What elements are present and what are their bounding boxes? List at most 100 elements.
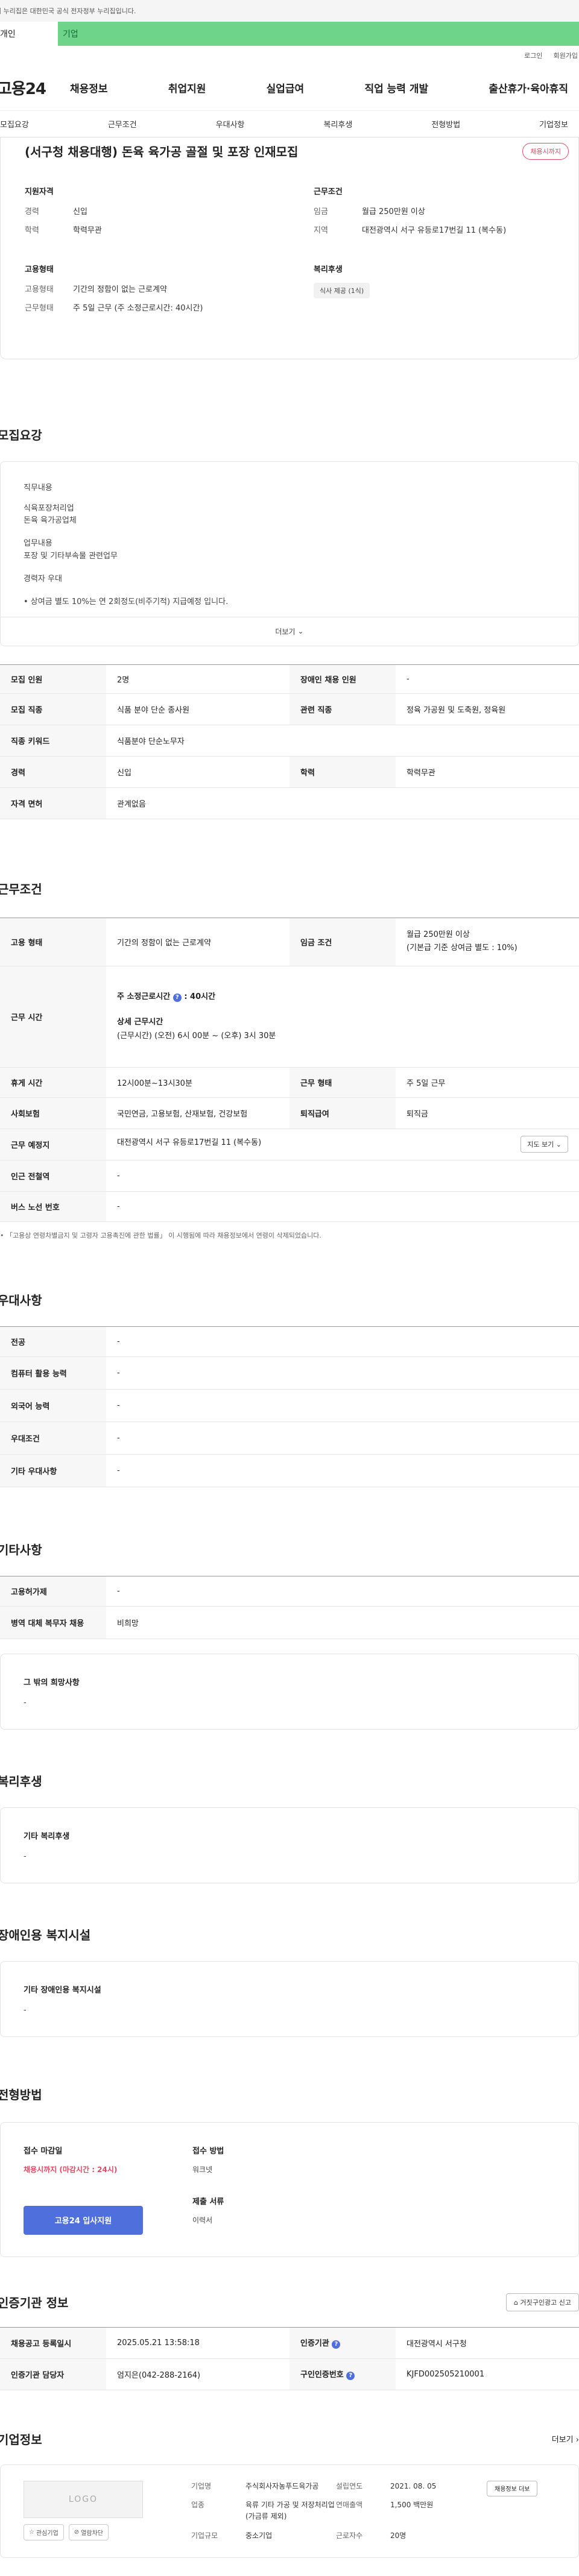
corp-jobs-button[interactable]: 채용정보 더보 (487, 2480, 538, 2496)
welfare-box: 기타 복리후생 - (0, 1807, 579, 1883)
gov-banner-text: 이 누리집은 대한민국 공식 전자정부 누리집입니다. (0, 7, 136, 15)
table-header-cell: 인근 전철역 (0, 1160, 106, 1192)
recruit-table: 모집 인원 2명 장애인 채용 인원 - 모집 직종 식품 분야 단순 종사원 … (0, 664, 579, 819)
more-label: 더보기 (275, 627, 296, 636)
table-cell: 기간의 정함이 없는 근로계약 (106, 917, 290, 966)
table-cell: 국민연금, 고용보험, 산재보험, 건강보험 (106, 1097, 290, 1129)
table-row: 인근 전철역 - (0, 1160, 579, 1192)
table-row: 채용공고 등록일시 2025.05.21 13:58:18 인증기관 ? 대전광… (0, 2326, 579, 2359)
detail-value: (근무시간) (오전) 6시 00분 ~ (오후) 3시 30분 (117, 1031, 276, 1041)
tab-personal[interactable]: 개인 (0, 22, 58, 46)
table-header-cell: 근무 형태 (290, 1067, 396, 1098)
etc-box-title: 그 밖의 희망사항 (24, 1678, 80, 1687)
gnb-unemployment[interactable]: 실업급여 (267, 80, 305, 95)
work-title: 업무내용 (24, 539, 52, 549)
job-title: (서구청 채용대행) 돈육 육가공 골절 및 포장 인재모집 (25, 145, 299, 159)
main-nav: 채용정보 취업지원 실업급여 직업 능력 개발 출산휴가·육아휴직 (70, 80, 579, 95)
sales-label: 연매출액 (336, 2501, 363, 2510)
disabled-box: 기타 장애인용 복지시설 - (0, 1960, 579, 2037)
signup-link[interactable]: 회원가입 (554, 51, 578, 60)
founded-label: 설립연도 (336, 2481, 363, 2490)
docs-value: 이력서 (192, 2215, 213, 2225)
anchor-recruit[interactable]: 모집요강 (0, 118, 29, 130)
pref-table: 전공 - 컴퓨터 활용 능력 - 외국어 능력 - 우대조건 - 기타 우대사항 - (0, 1326, 579, 1487)
summary-card: (서구청 채용대행) 돈육 육가공 골절 및 포장 인재모집 채용시까지 지원자… (0, 137, 579, 359)
work-type-label: 근무형태 (25, 304, 54, 313)
table-cell: 식품분야 단순노무자 (106, 725, 579, 757)
report-button[interactable]: ⌂ 거짓구인광고 신고 (506, 2293, 579, 2311)
place-value: 대전광역시 서구 유등로17번길 11 (복수동) (117, 1138, 262, 1148)
anchor-nav: 모집요강 근무조건 우대사항 복리후생 전형방법 기업정보 (0, 111, 579, 137)
gnb-employment-support[interactable]: 취업지원 (168, 80, 206, 95)
gnb-leave[interactable]: 출산휴가·육아휴직 (489, 80, 568, 95)
company-title: 기업정보 (0, 2432, 42, 2447)
table-row: 병역 대체 복무자 채용 비희망 (0, 1606, 579, 1639)
work-title: 근무조건 (0, 881, 42, 896)
table-header-cell: 고용허가제 (0, 1575, 106, 1607)
emp-type-value: 기간의 정함이 없는 근로계약 (73, 285, 167, 294)
apply-button[interactable]: 고용24 입사지원 (24, 2205, 143, 2235)
table-cell: 대전광역시 서구 유등로17번길 11 (복수동) 지도 보기 ⌄ (106, 1129, 579, 1160)
anchor-selection[interactable]: 전형방법 (431, 118, 460, 130)
info-icon[interactable]: ? (346, 2372, 355, 2381)
qualification-block: 지원자격 경력 신입 학력 학력무관 (25, 185, 265, 242)
table-cell: - (106, 1422, 579, 1455)
company-name-label: 기업명 (191, 2481, 212, 2490)
weekly-label: 주 소정근로시간 (117, 992, 171, 1002)
table-row: 버스 노선 번호 - (0, 1191, 579, 1222)
table-header-cell: 컴퓨터 활용 능력 (0, 1356, 106, 1390)
table-row: 고용 형태 기간의 정함이 없는 근로계약 임금 조건 월급 250만원 이상 (… (0, 917, 579, 966)
table-header-cell: 임금 조건 (290, 917, 396, 966)
pref-title: 우대사항 (0, 1293, 42, 1308)
selection-section: 전형방법 접수 마감일 채용시까지 (마감시간 : 24시) 고용24 입사지원… (0, 2085, 579, 2257)
gnb-jobs[interactable]: 채용정보 (70, 80, 108, 95)
table-row: 직종 키워드 식품분야 단순노무자 (0, 725, 579, 757)
table-header-cell: 병역 대체 복무자 채용 (0, 1606, 106, 1639)
table-row: 외국어 능력 - (0, 1389, 579, 1422)
company-name: 주식회사자농푸드육가공 (245, 2481, 319, 2490)
work-table: 고용 형태 기간의 정함이 없는 근로계약 임금 조건 월급 250만원 이상 (… (0, 917, 579, 1222)
anchor-conditions[interactable]: 근무조건 (108, 118, 137, 130)
login-link[interactable]: 로그인 (524, 51, 542, 60)
site-logo[interactable]: 고용24 (0, 77, 70, 99)
map-button[interactable]: 지도 보기 ⌄ (520, 1136, 568, 1153)
duty-title: 직무내용 (24, 483, 52, 493)
table-cell: 식품 분야 단순 종사원 (106, 693, 290, 725)
info-icon[interactable]: ? (172, 994, 182, 1003)
table-row: 휴게 시간 12시00분~13시30분 근무 형태 주 5일 근무 (0, 1067, 579, 1098)
table-header-cell: 모집 직종 (0, 693, 106, 725)
info-icon[interactable]: ? (332, 2340, 341, 2349)
tab-business[interactable]: 기업 (58, 22, 579, 46)
size-label: 기업규모 (191, 2531, 218, 2540)
table-row: 모집 인원 2명 장애인 채용 인원 - (0, 664, 579, 694)
table-cell: - (106, 1389, 579, 1422)
more-button[interactable]: 더보기 ⌄ (1, 616, 578, 646)
company-logo: LOGO (24, 2480, 143, 2518)
anchor-welfare[interactable]: 복리후생 (323, 118, 352, 130)
detail-label: 상세 근무시간 (117, 1018, 163, 1027)
block-button[interactable]: ⊘ 열람차단 (68, 2524, 109, 2540)
table-row: 자격 면허 관계없음 (0, 787, 579, 819)
table-cell: 2명 (106, 664, 290, 694)
anchor-company[interactable]: 기업정보 (539, 118, 568, 130)
anchor-preference[interactable]: 우대사항 (216, 118, 245, 130)
table-cell: 관계없음 (106, 787, 579, 819)
table-header-cell: 퇴직급여 (290, 1097, 396, 1129)
gnb-training[interactable]: 직업 능력 개발 (364, 80, 428, 95)
deadline-badge: 채용시까지 (522, 142, 569, 160)
industry-value: 육류 기타 가공 및 저장처리업 (가금류 제외) (245, 2501, 335, 2521)
employment-block: 고용형태 고용형태 기간의 정함이 없는 근로계약 근무형태 주 5일 근무 (주 … (25, 263, 265, 320)
table-cell: 신입 (106, 756, 290, 788)
cert-table: 채용공고 등록일시 2025.05.21 13:58:18 인증기관 ? 대전광… (0, 2326, 579, 2390)
region-label: 지역 (314, 226, 328, 235)
table-header-cell: 모집 인원 (0, 664, 106, 694)
table-cell: 2025.05.21 13:58:18 (106, 2326, 290, 2359)
table-cell: 학력무관 (396, 756, 579, 788)
table-header-cell: 휴게 시간 (0, 1067, 106, 1098)
interest-button[interactable]: ☆ 관심기업 (24, 2524, 64, 2540)
company-more-link[interactable]: 더보기 › (552, 2433, 579, 2445)
home-icon: ⌂ (514, 2298, 519, 2307)
table-header-cell: 채용공고 등록일시 (0, 2326, 106, 2359)
welfare-block: 복리후생 식사 제공 (1식) (314, 263, 554, 320)
career-value: 신입 (73, 207, 87, 216)
